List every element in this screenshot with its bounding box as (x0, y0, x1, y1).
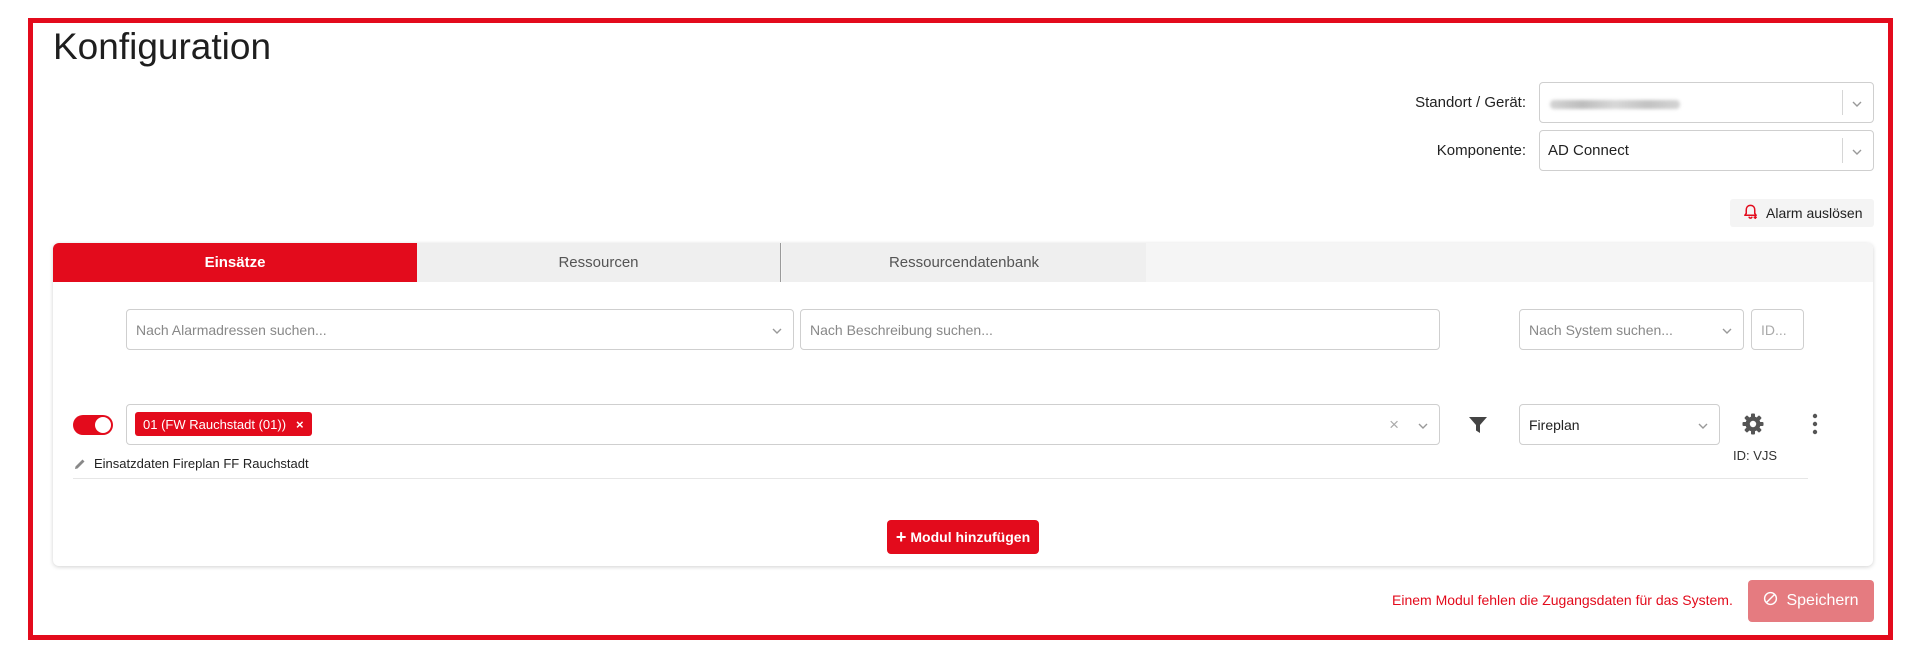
save-button[interactable]: Speichern (1748, 580, 1874, 622)
alarm-address-filter[interactable]: Nach Alarmadressen suchen... (126, 309, 794, 350)
component-value: AD Connect (1548, 142, 1629, 159)
system-select[interactable]: Fireplan (1519, 404, 1720, 445)
module-id-text: ID: VJS (1733, 448, 1778, 463)
system-filter-placeholder: Nach System suchen... (1529, 321, 1673, 338)
system-select-value: Fireplan (1529, 416, 1580, 433)
alarm-trigger-label: Alarm auslösen (1766, 205, 1863, 221)
add-module-button[interactable]: + Modul hinzufügen (887, 520, 1039, 554)
alarm-address-filter-placeholder: Nach Alarmadressen suchen... (136, 321, 327, 338)
description-filter[interactable]: Nach Beschreibung suchen... (800, 309, 1440, 350)
bell-icon (1742, 203, 1759, 223)
tab-bar: Einsätze Ressourcen Ressourcendatenbank (53, 243, 1873, 282)
component-select[interactable]: AD Connect (1539, 130, 1874, 171)
select-separator (1842, 90, 1843, 115)
alarm-trigger-button[interactable]: Alarm auslösen (1730, 199, 1874, 227)
more-options-icon[interactable] (1811, 413, 1819, 440)
system-filter[interactable]: Nach System suchen... (1519, 309, 1744, 350)
disabled-icon (1763, 591, 1778, 611)
gear-icon[interactable] (1741, 412, 1765, 441)
tag-remove-icon[interactable]: × (296, 417, 304, 432)
select-separator (1842, 138, 1843, 163)
alarm-address-tag: 01 (FW Rauchstadt (01)) × (135, 412, 312, 436)
location-select[interactable] (1539, 82, 1874, 123)
module-enabled-toggle[interactable] (73, 415, 113, 435)
alarm-address-tag-label: 01 (FW Rauchstadt (01)) (143, 416, 287, 432)
id-filter[interactable]: ID... (1751, 309, 1804, 350)
row-divider (73, 478, 1808, 479)
edit-pencil-icon[interactable] (74, 457, 86, 475)
alarm-address-multiselect[interactable]: 01 (FW Rauchstadt (01)) × × (126, 404, 1440, 445)
chevron-down-icon[interactable] (1697, 420, 1709, 432)
save-label: Speichern (1786, 592, 1859, 609)
chevron-down-icon[interactable] (1851, 98, 1863, 110)
module-card: Einsätze Ressourcen Ressourcendatenbank … (53, 243, 1873, 566)
add-module-label: Modul hinzufügen (910, 529, 1031, 545)
page-title: Konfiguration (53, 26, 272, 67)
missing-credentials-error: Einem Modul fehlen die Zugangsdaten für … (1392, 592, 1733, 608)
location-value-redacted (1550, 100, 1680, 109)
module-description: Einsatzdaten Fireplan FF Rauchstadt (94, 456, 309, 471)
id-filter-placeholder: ID... (1761, 321, 1787, 338)
description-filter-placeholder: Nach Beschreibung suchen... (810, 321, 993, 338)
chevron-down-icon[interactable] (1721, 325, 1733, 337)
chevron-down-icon[interactable] (1417, 420, 1429, 432)
tab-einsaetze[interactable]: Einsätze (53, 243, 417, 282)
toggle-knob (95, 417, 111, 433)
clear-selection-icon[interactable]: × (1389, 415, 1399, 435)
tab-ressourcen[interactable]: Ressourcen (417, 243, 781, 282)
location-label: Standort / Gerät: (1415, 94, 1526, 111)
plus-icon: + (895, 526, 907, 547)
tab-ressourcendatenbank[interactable]: Ressourcendatenbank (782, 243, 1146, 282)
chevron-down-icon[interactable] (1851, 146, 1863, 158)
filter-icon[interactable] (1468, 415, 1488, 440)
component-label: Komponente: (1436, 142, 1526, 159)
chevron-down-icon[interactable] (771, 325, 783, 337)
